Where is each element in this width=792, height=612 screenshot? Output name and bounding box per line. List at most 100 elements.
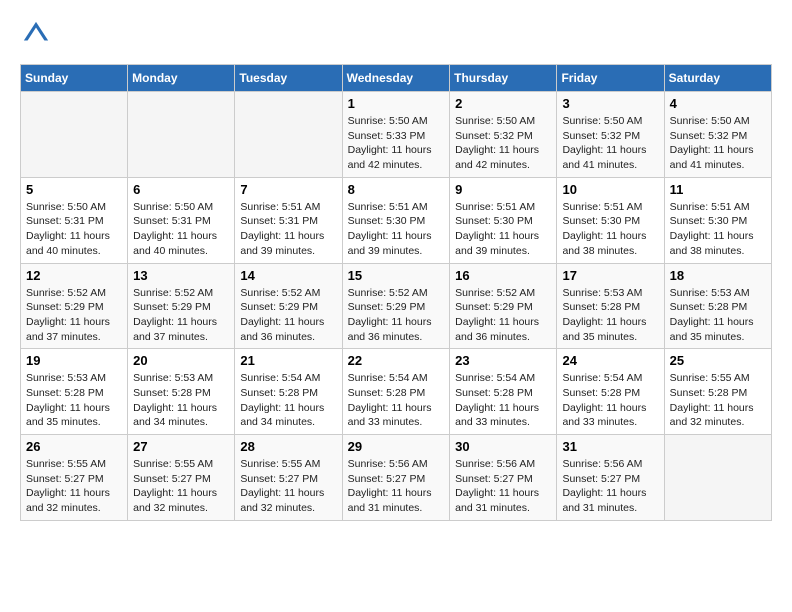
- day-number: 22: [348, 353, 445, 368]
- calendar-week-row: 5 Sunrise: 5:50 AMSunset: 5:31 PMDaylight…: [21, 177, 772, 263]
- day-number: 4: [670, 96, 766, 111]
- day-number: 27: [133, 439, 229, 454]
- day-number: 7: [240, 182, 336, 197]
- day-number: 6: [133, 182, 229, 197]
- cell-info: Sunrise: 5:54 AMSunset: 5:28 PMDaylight:…: [562, 371, 658, 430]
- day-number: 13: [133, 268, 229, 283]
- day-number: 30: [455, 439, 551, 454]
- calendar-cell: 20 Sunrise: 5:53 AMSunset: 5:28 PMDayligh…: [128, 349, 235, 435]
- calendar-cell: [235, 92, 342, 178]
- cell-info: Sunrise: 5:50 AMSunset: 5:32 PMDaylight:…: [670, 114, 766, 173]
- calendar-cell: [21, 92, 128, 178]
- day-number: 18: [670, 268, 766, 283]
- day-number: 10: [562, 182, 658, 197]
- cell-info: Sunrise: 5:56 AMSunset: 5:27 PMDaylight:…: [562, 457, 658, 516]
- cell-info: Sunrise: 5:54 AMSunset: 5:28 PMDaylight:…: [455, 371, 551, 430]
- calendar-cell: 7 Sunrise: 5:51 AMSunset: 5:31 PMDaylight…: [235, 177, 342, 263]
- day-number: 24: [562, 353, 658, 368]
- column-header-monday: Monday: [128, 65, 235, 92]
- calendar-cell: 18 Sunrise: 5:53 AMSunset: 5:28 PMDayligh…: [664, 263, 771, 349]
- calendar-cell: 12 Sunrise: 5:52 AMSunset: 5:29 PMDayligh…: [21, 263, 128, 349]
- calendar-cell: 3Sunrise: 5:50 AMSunset: 5:32 PMDaylight…: [557, 92, 664, 178]
- calendar-cell: 1Sunrise: 5:50 AMSunset: 5:33 PMDaylight…: [342, 92, 450, 178]
- cell-info: Sunrise: 5:52 AMSunset: 5:29 PMDaylight:…: [348, 286, 445, 345]
- calendar-cell: 16Sunrise: 5:52 AMSunset: 5:29 PMDayligh…: [450, 263, 557, 349]
- cell-info: Sunrise: 5:50 AMSunset: 5:32 PMDaylight:…: [562, 114, 658, 173]
- calendar-cell: 8Sunrise: 5:51 AMSunset: 5:30 PMDaylight…: [342, 177, 450, 263]
- calendar-cell: 11 Sunrise: 5:51 AMSunset: 5:30 PMDayligh…: [664, 177, 771, 263]
- day-number: 29: [348, 439, 445, 454]
- cell-info: Sunrise: 5:54 AMSunset: 5:28 PMDaylight:…: [348, 371, 445, 430]
- cell-info: Sunrise: 5:52 AMSunset: 5:29 PMDaylight:…: [26, 286, 122, 345]
- cell-info: Sunrise: 5:53 AMSunset: 5:28 PMDaylight:…: [670, 286, 766, 345]
- calendar-cell: 22 Sunrise: 5:54 AMSunset: 5:28 PMDayligh…: [342, 349, 450, 435]
- calendar-table: SundayMondayTuesdayWednesdayThursdayFrid…: [20, 64, 772, 521]
- cell-info: Sunrise: 5:53 AMSunset: 5:28 PMDaylight:…: [26, 371, 122, 430]
- calendar-cell: 25 Sunrise: 5:55 AMSunset: 5:28 PMDayligh…: [664, 349, 771, 435]
- cell-info: Sunrise: 5:56 AMSunset: 5:27 PMDaylight:…: [455, 457, 551, 516]
- calendar-cell: 23 Sunrise: 5:54 AMSunset: 5:28 PMDayligh…: [450, 349, 557, 435]
- calendar-week-row: 19Sunrise: 5:53 AMSunset: 5:28 PMDayligh…: [21, 349, 772, 435]
- day-number: 20: [133, 353, 229, 368]
- calendar-cell: 13 Sunrise: 5:52 AMSunset: 5:29 PMDayligh…: [128, 263, 235, 349]
- cell-info: Sunrise: 5:51 AMSunset: 5:31 PMDaylight:…: [240, 200, 336, 259]
- calendar-cell: 5 Sunrise: 5:50 AMSunset: 5:31 PMDaylight…: [21, 177, 128, 263]
- cell-info: Sunrise: 5:51 AMSunset: 5:30 PMDaylight:…: [348, 200, 445, 259]
- calendar-cell: 6 Sunrise: 5:50 AMSunset: 5:31 PMDaylight…: [128, 177, 235, 263]
- day-number: 11: [670, 182, 766, 197]
- cell-info: Sunrise: 5:50 AMSunset: 5:31 PMDaylight:…: [133, 200, 229, 259]
- column-header-friday: Friday: [557, 65, 664, 92]
- calendar-cell: [128, 92, 235, 178]
- calendar-cell: 9Sunrise: 5:51 AMSunset: 5:30 PMDaylight…: [450, 177, 557, 263]
- day-number: 26: [26, 439, 122, 454]
- calendar-cell: [664, 435, 771, 521]
- page-header: [20, 20, 772, 48]
- day-number: 28: [240, 439, 336, 454]
- cell-info: Sunrise: 5:50 AMSunset: 5:31 PMDaylight:…: [26, 200, 122, 259]
- calendar-header-row: SundayMondayTuesdayWednesdayThursdayFrid…: [21, 65, 772, 92]
- cell-info: Sunrise: 5:53 AMSunset: 5:28 PMDaylight:…: [133, 371, 229, 430]
- day-number: 14: [240, 268, 336, 283]
- day-number: 12: [26, 268, 122, 283]
- cell-info: Sunrise: 5:55 AMSunset: 5:27 PMDaylight:…: [133, 457, 229, 516]
- column-header-sunday: Sunday: [21, 65, 128, 92]
- cell-info: Sunrise: 5:51 AMSunset: 5:30 PMDaylight:…: [562, 200, 658, 259]
- cell-info: Sunrise: 5:52 AMSunset: 5:29 PMDaylight:…: [455, 286, 551, 345]
- day-number: 21: [240, 353, 336, 368]
- day-number: 5: [26, 182, 122, 197]
- calendar-cell: 24 Sunrise: 5:54 AMSunset: 5:28 PMDayligh…: [557, 349, 664, 435]
- calendar-cell: 17Sunrise: 5:53 AMSunset: 5:28 PMDayligh…: [557, 263, 664, 349]
- cell-info: Sunrise: 5:52 AMSunset: 5:29 PMDaylight:…: [240, 286, 336, 345]
- day-number: 25: [670, 353, 766, 368]
- calendar-cell: 19Sunrise: 5:53 AMSunset: 5:28 PMDayligh…: [21, 349, 128, 435]
- calendar-cell: 28 Sunrise: 5:55 AMSunset: 5:27 PMDayligh…: [235, 435, 342, 521]
- cell-info: Sunrise: 5:54 AMSunset: 5:28 PMDaylight:…: [240, 371, 336, 430]
- calendar-cell: 21 Sunrise: 5:54 AMSunset: 5:28 PMDayligh…: [235, 349, 342, 435]
- calendar-cell: 31 Sunrise: 5:56 AMSunset: 5:27 PMDayligh…: [557, 435, 664, 521]
- cell-info: Sunrise: 5:56 AMSunset: 5:27 PMDaylight:…: [348, 457, 445, 516]
- calendar-cell: 2Sunrise: 5:50 AMSunset: 5:32 PMDaylight…: [450, 92, 557, 178]
- calendar-cell: 4 Sunrise: 5:50 AMSunset: 5:32 PMDaylight…: [664, 92, 771, 178]
- calendar-week-row: 12 Sunrise: 5:52 AMSunset: 5:29 PMDayligh…: [21, 263, 772, 349]
- cell-info: Sunrise: 5:52 AMSunset: 5:29 PMDaylight:…: [133, 286, 229, 345]
- cell-info: Sunrise: 5:55 AMSunset: 5:27 PMDaylight:…: [26, 457, 122, 516]
- day-number: 15: [348, 268, 445, 283]
- calendar-week-row: 1Sunrise: 5:50 AMSunset: 5:33 PMDaylight…: [21, 92, 772, 178]
- cell-info: Sunrise: 5:51 AMSunset: 5:30 PMDaylight:…: [455, 200, 551, 259]
- column-header-wednesday: Wednesday: [342, 65, 450, 92]
- cell-info: Sunrise: 5:51 AMSunset: 5:30 PMDaylight:…: [670, 200, 766, 259]
- day-number: 23: [455, 353, 551, 368]
- cell-info: Sunrise: 5:55 AMSunset: 5:27 PMDaylight:…: [240, 457, 336, 516]
- logo: [20, 20, 52, 48]
- day-number: 31: [562, 439, 658, 454]
- calendar-cell: 29 Sunrise: 5:56 AMSunset: 5:27 PMDayligh…: [342, 435, 450, 521]
- day-number: 17: [562, 268, 658, 283]
- calendar-cell: 15 Sunrise: 5:52 AMSunset: 5:29 PMDayligh…: [342, 263, 450, 349]
- cell-info: Sunrise: 5:50 AMSunset: 5:32 PMDaylight:…: [455, 114, 551, 173]
- calendar-cell: 26 Sunrise: 5:55 AMSunset: 5:27 PMDayligh…: [21, 435, 128, 521]
- calendar-cell: 14 Sunrise: 5:52 AMSunset: 5:29 PMDayligh…: [235, 263, 342, 349]
- cell-info: Sunrise: 5:55 AMSunset: 5:28 PMDaylight:…: [670, 371, 766, 430]
- column-header-saturday: Saturday: [664, 65, 771, 92]
- calendar-cell: 30 Sunrise: 5:56 AMSunset: 5:27 PMDayligh…: [450, 435, 557, 521]
- day-number: 1: [348, 96, 445, 111]
